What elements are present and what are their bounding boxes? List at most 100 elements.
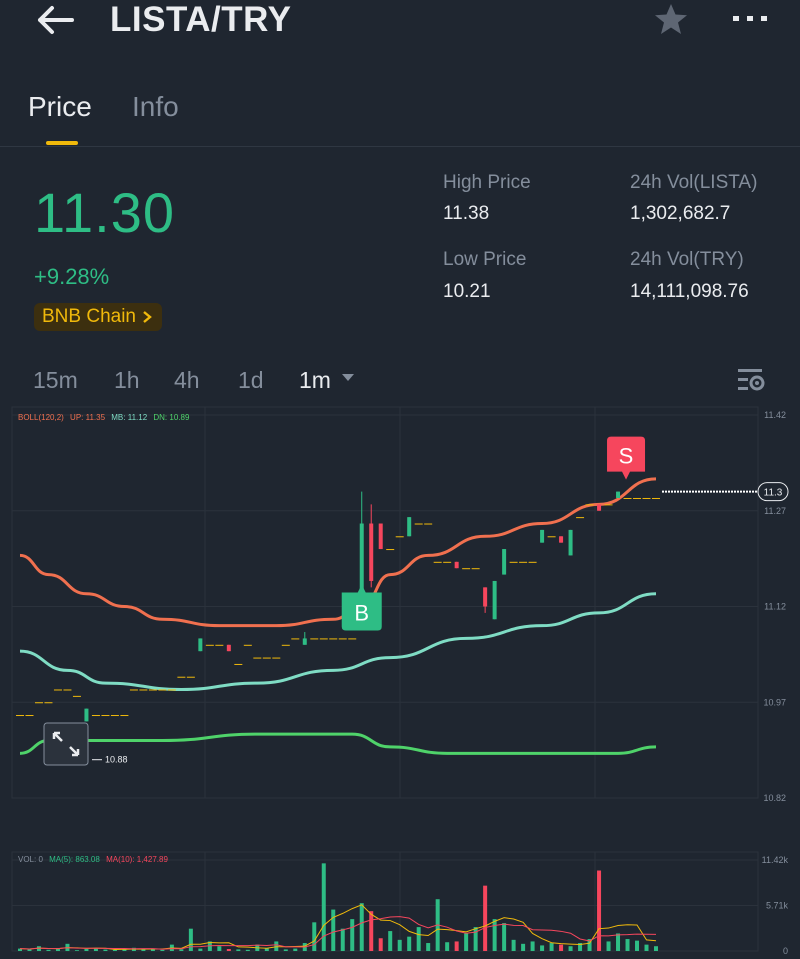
volume-bar xyxy=(407,936,412,951)
ma5-label: MA(5): 863.08 xyxy=(49,855,100,864)
last-price: 11.30 xyxy=(34,181,175,244)
volume-bar xyxy=(331,909,336,951)
high-price-value: 11.38 xyxy=(443,203,490,224)
candle-body xyxy=(262,657,271,659)
candle-body xyxy=(585,504,594,506)
volume-bar xyxy=(644,944,649,951)
chain-badge-label: BNB Chain xyxy=(42,306,136,327)
volume-tick-label: 5.71k xyxy=(766,901,789,911)
volume-bar xyxy=(445,942,450,951)
candle-body xyxy=(110,715,119,717)
candle-body xyxy=(319,638,328,640)
candle-body xyxy=(44,702,53,704)
candle-body xyxy=(642,497,651,499)
candle-body xyxy=(272,657,281,659)
more-options-icon[interactable] xyxy=(730,8,770,28)
volume-ma5-line xyxy=(19,904,657,950)
interval-1h[interactable]: 1h xyxy=(114,367,140,394)
volume-bar xyxy=(103,949,108,951)
vol-base-value: 1,302,682.7 xyxy=(630,203,731,224)
volume-bar xyxy=(568,946,573,951)
page-title: LISTA/TRY xyxy=(110,0,292,39)
volume-bar xyxy=(226,949,231,951)
candle-body xyxy=(120,715,129,717)
volume-bar xyxy=(112,949,117,951)
candle-body xyxy=(226,644,231,652)
interval-1d[interactable]: 1d xyxy=(238,367,264,394)
interval-1m-label: 1m xyxy=(299,367,331,393)
candle-body xyxy=(369,523,374,581)
candle-body xyxy=(407,517,412,537)
buy-marker-label: B xyxy=(354,601,369,626)
low-price-value: 10.21 xyxy=(443,281,491,302)
candle-body xyxy=(16,715,24,717)
favorite-star-icon[interactable] xyxy=(652,2,690,36)
volume-bar xyxy=(378,938,383,951)
volume-bar xyxy=(540,945,545,951)
interval-15m[interactable]: 15m xyxy=(33,367,78,394)
candle-body xyxy=(329,638,338,640)
chart-settings-icon[interactable] xyxy=(736,366,766,394)
vol-quote-label: 24h Vol(TRY) xyxy=(630,249,744,270)
candle-body xyxy=(462,568,471,570)
candle-body xyxy=(198,638,203,652)
y-tick-label: 11.42 xyxy=(764,410,786,420)
low-price-label: Low Price xyxy=(443,249,527,270)
candle-body xyxy=(215,644,224,646)
candle-body xyxy=(492,580,497,620)
volume-bar xyxy=(654,946,658,951)
tab-info[interactable]: Info xyxy=(132,91,179,123)
volume-bar xyxy=(416,927,421,951)
low-price-marker: 10.88 xyxy=(105,755,128,765)
candle-body xyxy=(604,504,613,506)
candle-body xyxy=(616,491,621,498)
price-change-percent: +9.28% xyxy=(34,264,110,289)
volume-bar xyxy=(549,943,554,951)
candlestick-chart[interactable]: 11.311.3510.88BS BOLL(120,2) UP: 11.35 M… xyxy=(0,405,800,805)
candle-body xyxy=(483,587,488,607)
interval-1m[interactable]: 1m xyxy=(299,367,355,394)
volume-bar xyxy=(635,940,640,951)
volume-bar xyxy=(236,949,241,951)
ma10-label: MA(10): 1,427.89 xyxy=(106,855,168,864)
candle-body xyxy=(652,497,660,499)
y-tick-label: 11.12 xyxy=(764,602,786,612)
candle-body xyxy=(34,702,43,704)
fullscreen-icon[interactable] xyxy=(43,722,89,766)
candle-body xyxy=(101,715,110,717)
candle-body xyxy=(310,638,319,640)
back-arrow-icon[interactable] xyxy=(34,2,78,38)
candle-body xyxy=(338,638,347,640)
volume-bar xyxy=(359,903,364,951)
chain-badge[interactable]: BNB Chain xyxy=(34,303,162,331)
volume-bar xyxy=(350,919,355,951)
candle-body xyxy=(378,523,383,550)
candle-body xyxy=(471,568,480,570)
volume-bar xyxy=(245,949,250,951)
candle-body xyxy=(568,529,573,556)
candle-body xyxy=(302,638,307,645)
volume-tick-label: 0 xyxy=(783,946,788,956)
chevron-right-icon xyxy=(143,311,152,323)
y-tick-label: 10.97 xyxy=(763,697,786,707)
candle-body xyxy=(386,549,395,551)
candle-body xyxy=(547,536,556,538)
candle-body xyxy=(559,536,564,543)
volume-bar xyxy=(530,941,535,951)
candle-body xyxy=(348,638,357,640)
volume-bar xyxy=(597,870,602,951)
candle-body xyxy=(424,523,433,525)
candle-body xyxy=(84,708,89,722)
volume-bar xyxy=(625,939,630,951)
candle-body xyxy=(359,523,364,594)
y-tick-label: 10.82 xyxy=(763,793,786,803)
interval-4h[interactable]: 4h xyxy=(174,367,200,394)
volume-bar xyxy=(521,943,526,951)
volume-bar xyxy=(483,885,488,951)
volume-chart: VOL: 0 MA(5): 863.08 MA(10): 1,427.89 11… xyxy=(11,851,789,956)
volume-bar xyxy=(502,923,507,951)
divider xyxy=(0,146,800,147)
tab-price[interactable]: Price xyxy=(28,91,92,123)
volume-bar xyxy=(388,931,393,951)
candle-body xyxy=(129,689,138,691)
